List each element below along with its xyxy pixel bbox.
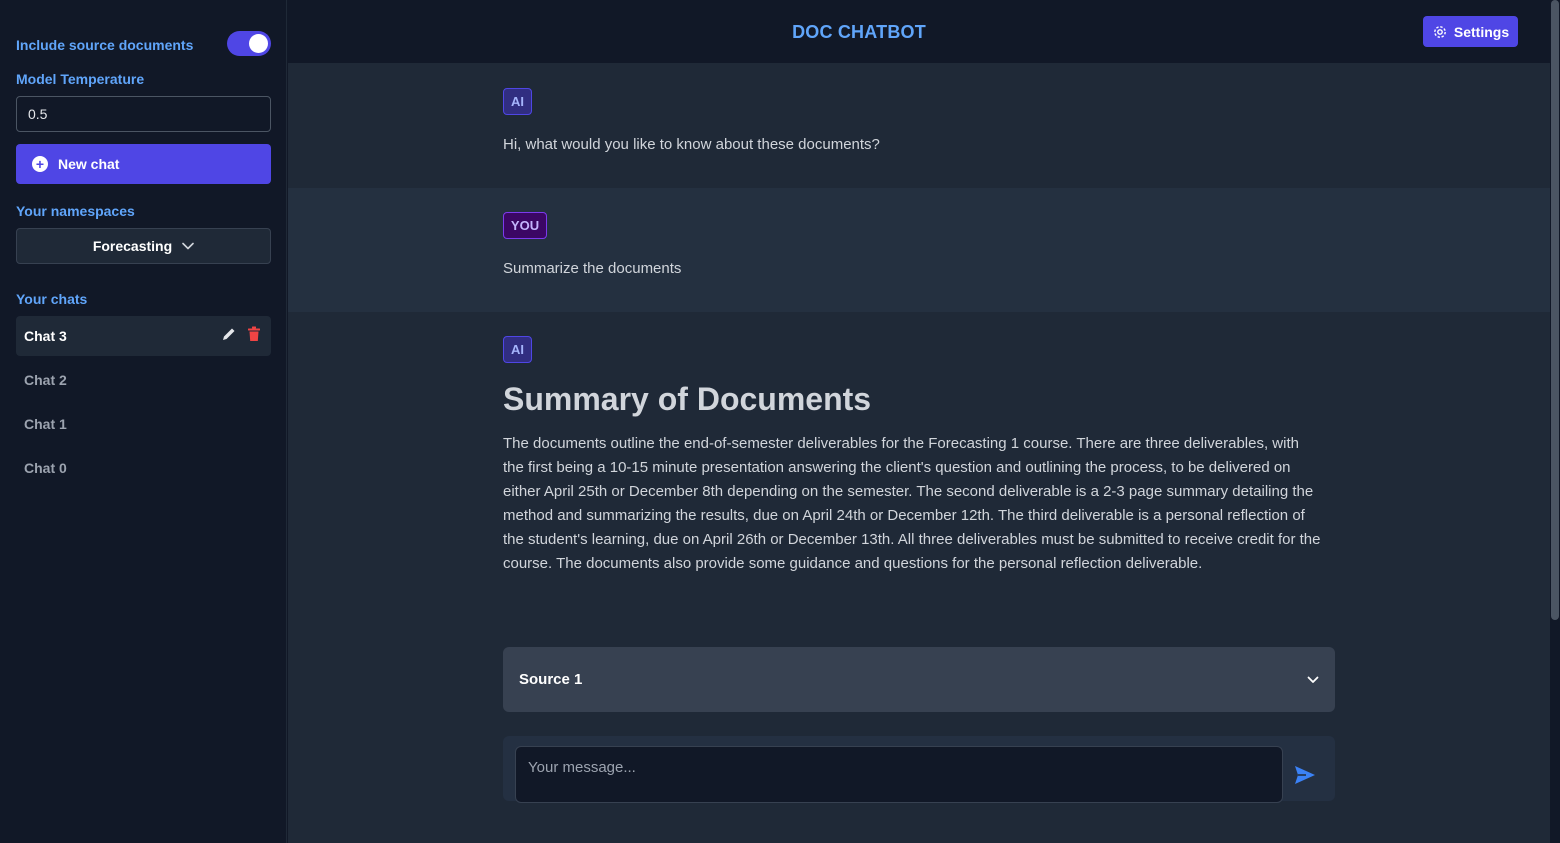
role-badge-ai: AI <box>503 336 532 363</box>
chat-item-label: Chat 1 <box>24 416 67 432</box>
chat-item-label: Chat 0 <box>24 460 67 476</box>
temperature-label: Model Temperature <box>16 71 145 87</box>
send-button[interactable] <box>1292 762 1318 788</box>
settings-label: Settings <box>1453 23 1510 40</box>
page-scrollbar[interactable] <box>1550 0 1560 843</box>
message-user: YOU Summarize the documents <box>288 188 1550 312</box>
role-badge-you: YOU <box>503 212 547 239</box>
message-ai: AI Hi, what would you like to know about… <box>288 63 1550 188</box>
gear-icon <box>1433 25 1446 38</box>
chat-item-label: Chat 3 <box>24 328 67 344</box>
summary-heading: Summary of Documents <box>503 381 872 417</box>
message-composer <box>503 736 1335 803</box>
chat-item[interactable]: Chat 0 <box>16 448 271 488</box>
send-icon <box>1295 766 1315 784</box>
source-accordion[interactable]: Source 1 <box>503 647 1335 712</box>
namespace-selected: Forecasting <box>92 238 173 254</box>
chat-item[interactable]: Chat 1 <box>16 404 271 444</box>
scrollbar-thumb[interactable] <box>1551 0 1559 620</box>
chat-item-label: Chat 2 <box>24 372 67 388</box>
chat-item[interactable]: Chat 3 <box>16 316 271 356</box>
settings-button[interactable]: Settings <box>1423 16 1518 47</box>
include-sources-toggle[interactable] <box>227 31 271 56</box>
app-title: DOC CHATBOT <box>792 22 926 42</box>
namespaces-label: Your namespaces <box>16 203 135 219</box>
temperature-input[interactable] <box>16 96 271 132</box>
chat-item[interactable]: Chat 2 <box>16 360 271 400</box>
include-sources-label: Include source documents <box>16 37 194 53</box>
chevron-down-icon <box>182 242 194 250</box>
top-header: DOC CHATBOT Settings <box>288 0 1550 63</box>
message-text: Hi, what would you like to know about th… <box>503 136 880 153</box>
source-label: Source 1 <box>519 671 583 688</box>
chevron-down-icon <box>1307 676 1319 684</box>
chats-label: Your chats <box>16 291 88 307</box>
pencil-icon[interactable] <box>221 326 237 345</box>
message-text: Summarize the documents <box>503 260 682 277</box>
new-chat-label: New chat <box>58 156 120 172</box>
summary-paragraph: The documents outline the end-of-semeste… <box>503 435 1321 572</box>
new-chat-button[interactable]: + New chat <box>16 144 271 184</box>
toggle-knob <box>249 34 268 53</box>
sidebar: Include source documents Model Temperatu… <box>0 0 287 843</box>
plus-circle-icon: + <box>32 156 48 172</box>
message-input[interactable] <box>515 746 1283 803</box>
trash-icon[interactable] <box>247 326 261 345</box>
chat-actions <box>221 326 261 345</box>
chat-area: AI Hi, what would you like to know about… <box>288 63 1550 843</box>
role-badge-ai: AI <box>503 88 532 115</box>
namespace-select[interactable]: Forecasting <box>16 228 271 264</box>
